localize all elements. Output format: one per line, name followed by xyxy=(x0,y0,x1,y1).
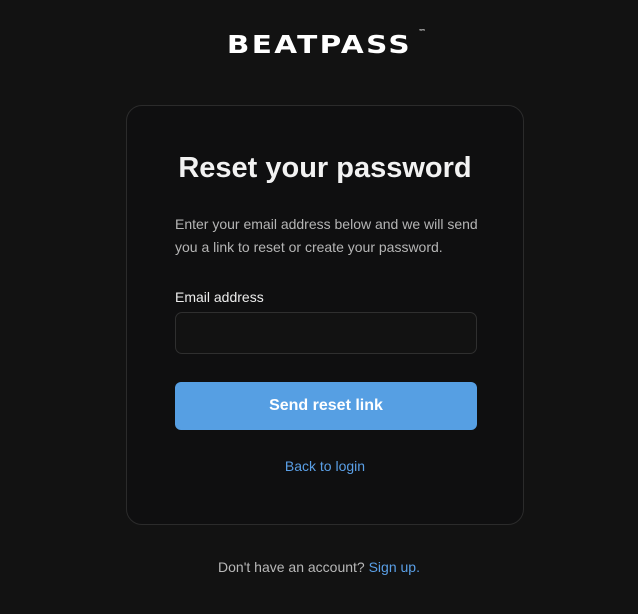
email-field[interactable] xyxy=(175,312,477,354)
sign-up-link[interactable]: Sign up. xyxy=(369,559,420,575)
signup-prompt-text: Don't have an account? xyxy=(218,559,365,575)
signup-prompt: Don't have an account? Sign up. xyxy=(0,559,638,575)
trademark-symbol: ™ xyxy=(417,28,426,36)
page-title: Reset your password xyxy=(178,152,472,184)
reset-password-page: BEATPASS ™ Reset your password Enter you… xyxy=(0,0,638,614)
logo-wordmark: BEATPASS ™ xyxy=(226,28,425,59)
logo-text: BEATPASS xyxy=(226,30,412,59)
back-to-login-link[interactable]: Back to login xyxy=(127,458,523,474)
brand-logo[interactable]: BEATPASS ™ xyxy=(0,28,638,59)
email-label: Email address xyxy=(175,289,264,305)
send-reset-link-button[interactable]: Send reset link xyxy=(175,382,477,430)
instructions-text: Enter your email address below and we wi… xyxy=(175,216,478,255)
reset-password-card: Reset your password Enter your email add… xyxy=(126,105,524,525)
